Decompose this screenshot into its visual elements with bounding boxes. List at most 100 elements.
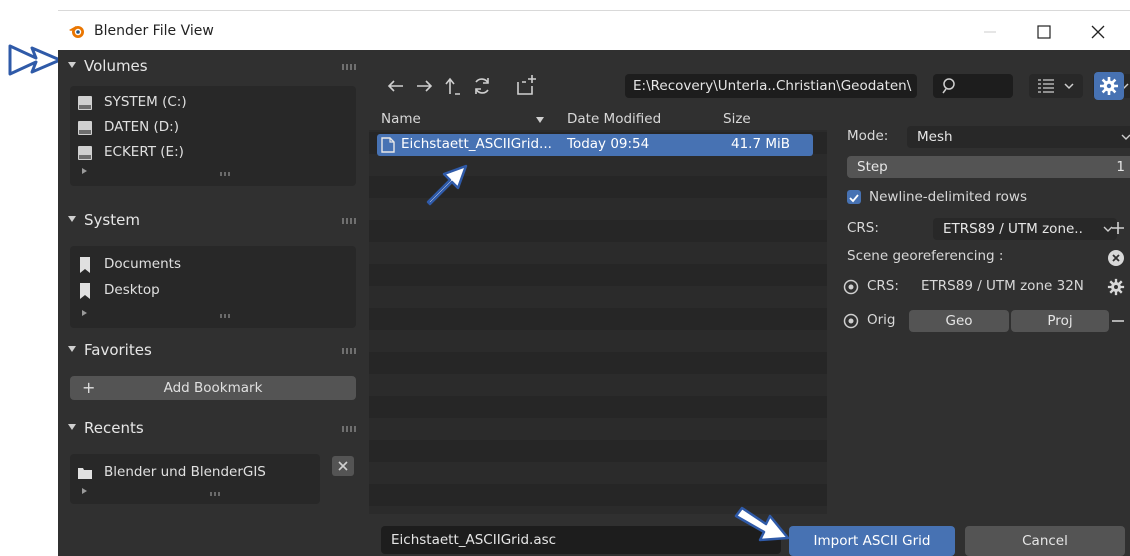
volumes-header[interactable]: Volumes	[68, 56, 358, 80]
file-size: 41.7 MiB	[731, 136, 791, 152]
file-icon	[381, 137, 395, 153]
volumes-list: SYSTEM (C:) DATEN (D:) ECKERT (E:)	[70, 86, 356, 186]
minus-icon[interactable]	[1111, 316, 1125, 326]
display-mode-dropdown[interactable]	[1029, 74, 1083, 98]
annotation-arrow-icon	[426, 164, 468, 206]
file-name: Eichstaett_ASCIIGrid...	[401, 136, 552, 152]
drag-handle-icon[interactable]	[342, 348, 356, 354]
newline-checkbox[interactable]	[847, 190, 861, 204]
forward-arrow-icon[interactable]	[413, 74, 435, 98]
checkmark-icon	[849, 194, 859, 203]
orig-label: Orig	[867, 312, 896, 328]
volume-label: SYSTEM (C:)	[104, 94, 187, 110]
refresh-icon[interactable]	[471, 74, 493, 98]
filename-input[interactable]: Eichstaett_ASCIIGrid.asc	[381, 526, 781, 554]
radio-target-icon[interactable]	[843, 279, 859, 295]
column-header: Name Date Modified Size	[369, 110, 827, 130]
proj-label: Proj	[1047, 313, 1073, 329]
toolbar: E:\Recovery\Unterla..Christian\Geodaten\	[369, 50, 1130, 110]
volumes-label: Volumes	[84, 57, 148, 75]
import-ascii-grid-button[interactable]: Import ASCII Grid	[789, 526, 955, 556]
system-header[interactable]: System	[68, 210, 358, 234]
gear-icon[interactable]	[1107, 278, 1125, 296]
step-label: Step	[857, 159, 888, 175]
directory-path-input[interactable]: E:\Recovery\Unterla..Christian\Geodaten\	[625, 74, 917, 98]
drag-handle-icon[interactable]	[342, 64, 356, 70]
proj-button[interactable]: Proj	[1011, 310, 1109, 332]
system-item-label: Documents	[104, 256, 181, 272]
parent-directory-icon[interactable]	[443, 74, 463, 98]
minimize-button[interactable]	[970, 19, 1010, 45]
favorites-header[interactable]: Favorites	[68, 340, 358, 364]
add-bookmark-label: Add Bookmark	[163, 380, 263, 396]
resize-grip-icon[interactable]	[210, 492, 222, 496]
scene-georef-label: Scene georeferencing :	[847, 248, 1004, 264]
file-browser-window: Blender File View Volumes SYSTEM (C:) DA…	[58, 10, 1130, 556]
resize-grip-icon[interactable]	[220, 314, 232, 318]
favorites-label: Favorites	[84, 341, 152, 359]
drive-icon	[78, 96, 92, 110]
new-folder-icon[interactable]	[515, 72, 539, 98]
maximize-button[interactable]	[1024, 19, 1064, 45]
close-circle-icon[interactable]	[1107, 249, 1125, 267]
mode-value: Mesh	[917, 129, 953, 145]
scene-crs-value: ETRS89 / UTM zone 32N	[921, 278, 1084, 294]
sort-down-icon[interactable]	[535, 116, 545, 124]
cancel-button[interactable]: Cancel	[965, 526, 1125, 556]
system-label: System	[84, 211, 140, 229]
column-date-modified[interactable]: Date Modified	[567, 111, 661, 127]
folder-icon	[78, 468, 92, 479]
add-bookmark-button[interactable]: + Add Bookmark	[70, 376, 356, 400]
gear-icon	[1100, 77, 1118, 95]
blender-logo-icon	[69, 26, 84, 38]
add-crs-icon[interactable]	[1111, 221, 1125, 235]
close-button[interactable]	[1078, 19, 1118, 45]
import-options-panel: Mode: Mesh Step 1 Newline-delimited rows…	[827, 110, 1130, 514]
drag-handle-icon[interactable]	[342, 426, 356, 432]
drive-icon	[78, 121, 92, 135]
close-icon	[338, 461, 348, 471]
mode-dropdown[interactable]: Mesh	[907, 126, 1130, 148]
drive-icon	[78, 146, 92, 160]
column-size[interactable]: Size	[723, 111, 751, 127]
bookmark-icon	[80, 283, 90, 299]
crs-value: ETRS89 / UTM zone..	[943, 221, 1083, 237]
step-field[interactable]: Step 1	[847, 156, 1130, 178]
search-input[interactable]	[933, 74, 1013, 98]
expand-triangle-icon[interactable]	[82, 488, 87, 494]
newline-label: Newline-delimited rows	[869, 189, 1028, 205]
step-value: 1	[1116, 159, 1125, 175]
crs-dropdown[interactable]: ETRS89 / UTM zone..	[933, 218, 1117, 240]
annotation-arrow-icon	[734, 506, 790, 542]
recents-label: Recents	[84, 419, 144, 437]
recents-list: Blender und BlenderGIS	[70, 454, 320, 504]
file-date: Today 09:54	[567, 136, 650, 152]
bookmark-icon	[80, 257, 90, 273]
scene-crs-label: CRS:	[867, 278, 899, 294]
settings-toggle-button[interactable]	[1094, 72, 1124, 100]
system-item-label: Desktop	[104, 282, 160, 298]
display-mode-icon	[1038, 79, 1054, 93]
recent-item-label: Blender und BlenderGIS	[104, 464, 266, 480]
drag-handle-icon[interactable]	[342, 218, 356, 224]
window-title: Blender File View	[94, 23, 214, 39]
system-list: Documents Desktop	[70, 246, 356, 328]
geo-label: Geo	[945, 313, 973, 329]
radio-target-icon[interactable]	[843, 313, 859, 329]
back-arrow-icon[interactable]	[385, 74, 407, 98]
expand-triangle-icon[interactable]	[82, 168, 87, 174]
remove-recent-button[interactable]	[332, 456, 354, 476]
file-row[interactable]: Eichstaett_ASCIIGrid... Today 09:54 41.7…	[377, 134, 813, 156]
recents-header[interactable]: Recents	[68, 418, 358, 442]
search-icon	[942, 78, 955, 94]
crs-label: CRS:	[847, 220, 879, 236]
collapse-triangle-icon	[68, 216, 76, 222]
collapse-triangle-icon	[68, 424, 76, 430]
collapse-triangle-icon	[68, 62, 76, 68]
expand-triangle-icon[interactable]	[82, 310, 87, 316]
column-name[interactable]: Name	[381, 111, 421, 127]
geo-button[interactable]: Geo	[909, 310, 1009, 332]
title-bar: Blender File View	[58, 10, 1130, 50]
resize-grip-icon[interactable]	[220, 172, 232, 176]
collapse-triangle-icon	[68, 346, 76, 352]
